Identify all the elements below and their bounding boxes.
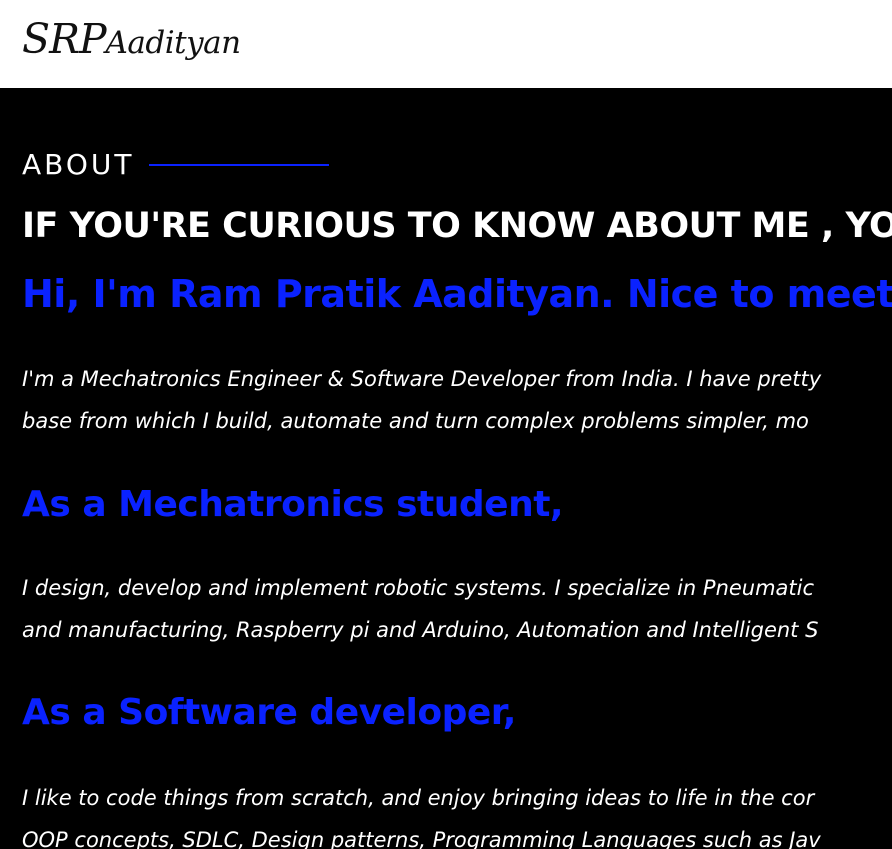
- mechatronics-heading: As a Mechatronics student,: [22, 484, 564, 525]
- software-heading: As a Software developer,: [22, 692, 516, 733]
- section-label-row: ABOUT: [22, 148, 329, 184]
- logo-name: Aadityan: [105, 25, 242, 61]
- greeting-heading: Hi, I'm Ram Pratik Aadityan. Nice to mee…: [22, 272, 892, 316]
- intro-line: base from which I build, automate and tu…: [22, 409, 809, 433]
- mechatronics-line: I design, develop and implement robotic …: [22, 576, 815, 600]
- section-label: ABOUT: [22, 148, 135, 181]
- page: SRPAadityan ABOUT IF YOU'RE CURIOUS TO K…: [0, 0, 892, 849]
- intro-line: I'm a Mechatronics Engineer & Software D…: [22, 367, 822, 391]
- logo-initials: SRP: [22, 15, 107, 63]
- site-header: SRPAadityan: [0, 0, 892, 88]
- software-paragraph: I like to code things from scratch, and …: [22, 777, 821, 849]
- about-headline: IF YOU'RE CURIOUS TO KNOW ABOUT ME , YO: [22, 206, 892, 246]
- mechatronics-line: and manufacturing, Raspberry pi and Ardu…: [22, 618, 819, 642]
- section-label-underline: [148, 163, 329, 166]
- about-section: ABOUT IF YOU'RE CURIOUS TO KNOW ABOUT ME…: [0, 88, 892, 849]
- software-line: OOP concepts, SDLC, Design patterns, Pro…: [22, 828, 821, 849]
- software-line: I like to code things from scratch, and …: [22, 786, 815, 810]
- mechatronics-paragraph: I design, develop and implement robotic …: [22, 567, 818, 651]
- intro-paragraph: I'm a Mechatronics Engineer & Software D…: [22, 358, 821, 442]
- site-logo[interactable]: SRPAadityan: [22, 4, 241, 78]
